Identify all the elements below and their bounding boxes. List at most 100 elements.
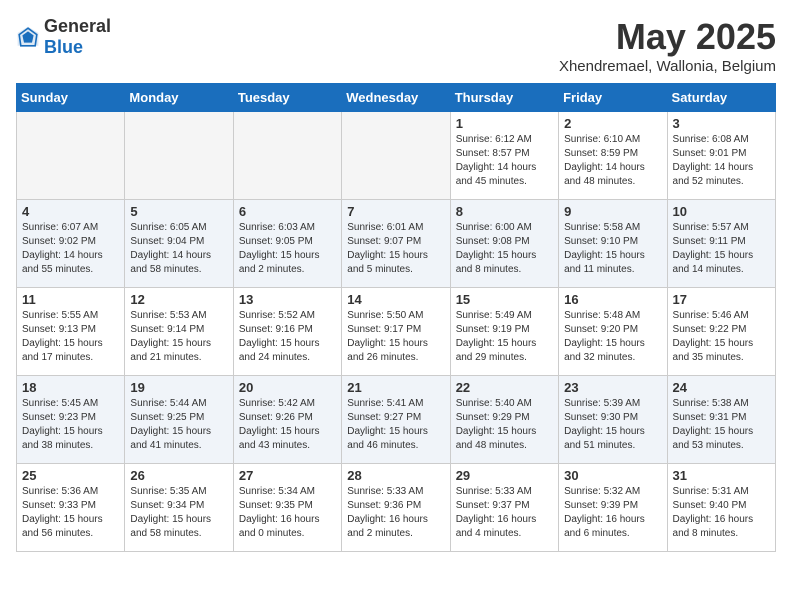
day-info: Sunrise: 5:48 AM Sunset: 9:20 PM Dayligh… — [564, 309, 661, 365]
day-info: Sunrise: 6:08 AM Sunset: 9:01 PM Dayligh… — [673, 133, 770, 189]
day-info: Sunrise: 5:55 AM Sunset: 9:13 PM Dayligh… — [22, 309, 119, 365]
logo: General Blue — [16, 16, 111, 58]
calendar-cell: 17 Sunrise: 5:46 AM Sunset: 9:22 PM Dayli… — [667, 288, 775, 376]
day-info: Sunrise: 6:07 AM Sunset: 9:02 PM Dayligh… — [22, 221, 119, 277]
day-info: Sunrise: 5:41 AM Sunset: 9:27 PM Dayligh… — [347, 397, 444, 453]
day-info: Sunrise: 6:12 AM Sunset: 8:57 PM Dayligh… — [456, 133, 553, 189]
day-info: Sunrise: 6:10 AM Sunset: 8:59 PM Dayligh… — [564, 133, 661, 189]
day-number: 19 — [130, 380, 227, 395]
day-number: 30 — [564, 468, 661, 483]
day-number: 3 — [673, 116, 770, 131]
calendar-cell: 6 Sunrise: 6:03 AM Sunset: 9:05 PM Daylig… — [233, 200, 341, 288]
day-info: Sunrise: 5:50 AM Sunset: 9:17 PM Dayligh… — [347, 309, 444, 365]
day-number: 28 — [347, 468, 444, 483]
day-number: 29 — [456, 468, 553, 483]
day-info: Sunrise: 5:35 AM Sunset: 9:34 PM Dayligh… — [130, 485, 227, 541]
header-monday: Monday — [125, 84, 233, 112]
calendar-cell: 15 Sunrise: 5:49 AM Sunset: 9:19 PM Dayli… — [450, 288, 558, 376]
day-info: Sunrise: 5:31 AM Sunset: 9:40 PM Dayligh… — [673, 485, 770, 541]
logo-text: General Blue — [44, 16, 111, 58]
day-number: 24 — [673, 380, 770, 395]
calendar-week-4: 18 Sunrise: 5:45 AM Sunset: 9:23 PM Dayli… — [17, 376, 776, 464]
calendar-cell: 31Sunrise: 5:31 AM Sunset: 9:40 PM Dayli… — [667, 464, 775, 552]
day-info: Sunrise: 6:00 AM Sunset: 9:08 PM Dayligh… — [456, 221, 553, 277]
calendar-cell: 24 Sunrise: 5:38 AM Sunset: 9:31 PM Dayli… — [667, 376, 775, 464]
day-number: 26 — [130, 468, 227, 483]
day-number: 18 — [22, 380, 119, 395]
calendar-cell: 25 Sunrise: 5:36 AM Sunset: 9:33 PM Dayli… — [17, 464, 125, 552]
day-number: 12 — [130, 292, 227, 307]
day-info: Sunrise: 5:36 AM Sunset: 9:33 PM Dayligh… — [22, 485, 119, 541]
calendar-cell: 20 Sunrise: 5:42 AM Sunset: 9:26 PM Dayli… — [233, 376, 341, 464]
calendar-cell: 7 Sunrise: 6:01 AM Sunset: 9:07 PM Daylig… — [342, 200, 450, 288]
title-area: May 2025 Xhendremael, Wallonia, Belgium — [559, 16, 776, 75]
calendar-cell: 23 Sunrise: 5:39 AM Sunset: 9:30 PM Dayli… — [559, 376, 667, 464]
calendar-cell: 11 Sunrise: 5:55 AM Sunset: 9:13 PM Dayli… — [17, 288, 125, 376]
day-number: 4 — [22, 204, 119, 219]
calendar-header-row: SundayMondayTuesdayWednesdayThursdayFrid… — [17, 84, 776, 112]
day-info: Sunrise: 5:42 AM Sunset: 9:26 PM Dayligh… — [239, 397, 336, 453]
day-number: 16 — [564, 292, 661, 307]
day-number: 1 — [456, 116, 553, 131]
day-number: 21 — [347, 380, 444, 395]
day-number: 13 — [239, 292, 336, 307]
calendar-cell: 26 Sunrise: 5:35 AM Sunset: 9:34 PM Dayli… — [125, 464, 233, 552]
day-number: 8 — [456, 204, 553, 219]
calendar-cell: 29 Sunrise: 5:33 AM Sunset: 9:37 PM Dayli… — [450, 464, 558, 552]
calendar-cell — [342, 112, 450, 200]
calendar-cell: 27Sunrise: 5:34 AM Sunset: 9:35 PM Dayli… — [233, 464, 341, 552]
calendar-week-3: 11 Sunrise: 5:55 AM Sunset: 9:13 PM Dayli… — [17, 288, 776, 376]
header-sunday: Sunday — [17, 84, 125, 112]
calendar-cell: 3 Sunrise: 6:08 AM Sunset: 9:01 PM Daylig… — [667, 112, 775, 200]
day-info: Sunrise: 5:38 AM Sunset: 9:31 PM Dayligh… — [673, 397, 770, 453]
day-info: Sunrise: 5:40 AM Sunset: 9:29 PM Dayligh… — [456, 397, 553, 453]
calendar-cell — [17, 112, 125, 200]
day-number: 23 — [564, 380, 661, 395]
day-number: 9 — [564, 204, 661, 219]
calendar-cell: 9Sunrise: 5:58 AM Sunset: 9:10 PM Daylig… — [559, 200, 667, 288]
day-info: Sunrise: 5:33 AM Sunset: 9:36 PM Dayligh… — [347, 485, 444, 541]
calendar-cell: 28 Sunrise: 5:33 AM Sunset: 9:36 PM Dayli… — [342, 464, 450, 552]
day-number: 7 — [347, 204, 444, 219]
day-info: Sunrise: 6:01 AM Sunset: 9:07 PM Dayligh… — [347, 221, 444, 277]
day-number: 25 — [22, 468, 119, 483]
day-info: Sunrise: 5:49 AM Sunset: 9:19 PM Dayligh… — [456, 309, 553, 365]
header-tuesday: Tuesday — [233, 84, 341, 112]
day-number: 10 — [673, 204, 770, 219]
day-info: Sunrise: 5:39 AM Sunset: 9:30 PM Dayligh… — [564, 397, 661, 453]
calendar-title: May 2025 — [559, 16, 776, 58]
day-info: Sunrise: 6:03 AM Sunset: 9:05 PM Dayligh… — [239, 221, 336, 277]
day-info: Sunrise: 5:45 AM Sunset: 9:23 PM Dayligh… — [22, 397, 119, 453]
logo-general: General — [44, 16, 111, 36]
day-number: 20 — [239, 380, 336, 395]
day-info: Sunrise: 6:05 AM Sunset: 9:04 PM Dayligh… — [130, 221, 227, 277]
logo-blue: Blue — [44, 37, 83, 57]
calendar-cell: 1 Sunrise: 6:12 AM Sunset: 8:57 PM Daylig… — [450, 112, 558, 200]
calendar-cell: 30 Sunrise: 5:32 AM Sunset: 9:39 PM Dayli… — [559, 464, 667, 552]
calendar-cell — [125, 112, 233, 200]
header-thursday: Thursday — [450, 84, 558, 112]
day-number: 2 — [564, 116, 661, 131]
day-info: Sunrise: 5:53 AM Sunset: 9:14 PM Dayligh… — [130, 309, 227, 365]
calendar-cell: 12 Sunrise: 5:53 AM Sunset: 9:14 PM Dayli… — [125, 288, 233, 376]
calendar-cell — [233, 112, 341, 200]
day-info: Sunrise: 5:32 AM Sunset: 9:39 PM Dayligh… — [564, 485, 661, 541]
day-info: Sunrise: 5:52 AM Sunset: 9:16 PM Dayligh… — [239, 309, 336, 365]
day-info: Sunrise: 5:33 AM Sunset: 9:37 PM Dayligh… — [456, 485, 553, 541]
day-info: Sunrise: 5:34 AM Sunset: 9:35 PM Dayligh… — [239, 485, 336, 541]
day-info: Sunrise: 5:57 AM Sunset: 9:11 PM Dayligh… — [673, 221, 770, 277]
calendar-week-2: 4 Sunrise: 6:07 AM Sunset: 9:02 PM Daylig… — [17, 200, 776, 288]
header-area: General Blue May 2025 Xhendremael, Wallo… — [16, 16, 776, 75]
calendar-cell: 8 Sunrise: 6:00 AM Sunset: 9:08 PM Daylig… — [450, 200, 558, 288]
logo-icon — [16, 25, 40, 49]
calendar-cell: 10 Sunrise: 5:57 AM Sunset: 9:11 PM Dayli… — [667, 200, 775, 288]
calendar-cell: 21 Sunrise: 5:41 AM Sunset: 9:27 PM Dayli… — [342, 376, 450, 464]
day-number: 17 — [673, 292, 770, 307]
calendar-cell: 13 Sunrise: 5:52 AM Sunset: 9:16 PM Dayli… — [233, 288, 341, 376]
day-number: 5 — [130, 204, 227, 219]
day-number: 15 — [456, 292, 553, 307]
day-number: 6 — [239, 204, 336, 219]
day-number: 11 — [22, 292, 119, 307]
calendar-cell: 4 Sunrise: 6:07 AM Sunset: 9:02 PM Daylig… — [17, 200, 125, 288]
day-info: Sunrise: 5:46 AM Sunset: 9:22 PM Dayligh… — [673, 309, 770, 365]
